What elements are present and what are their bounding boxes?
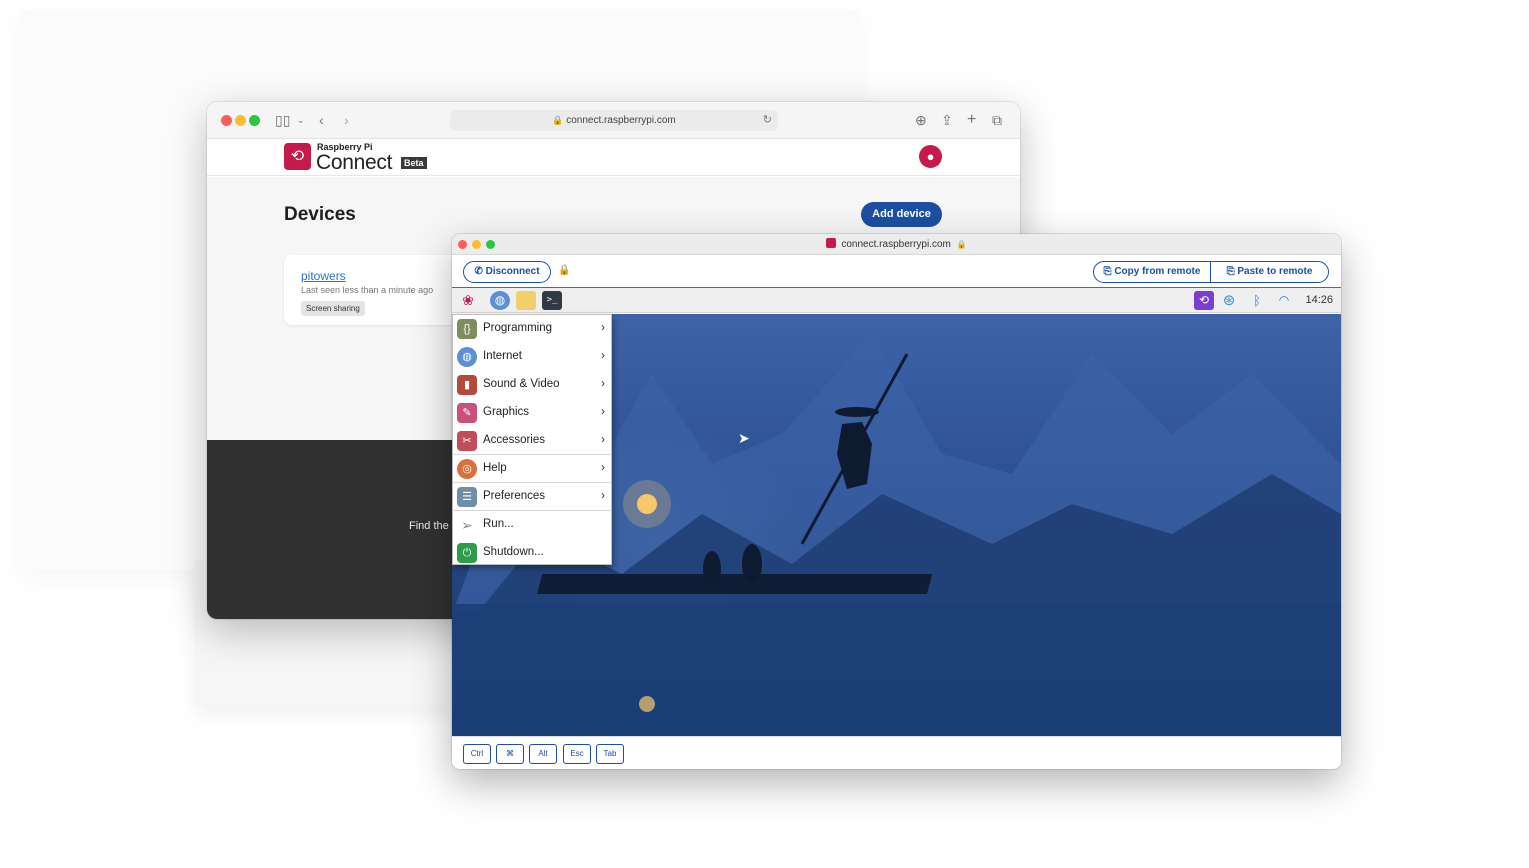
reload-icon[interactable]: ↻: [763, 110, 772, 131]
chevron-right-icon: ›: [601, 460, 605, 474]
favicon-icon: [826, 238, 837, 248]
window-title: connect.raspberrypi.com: [841, 239, 951, 250]
zoom-button[interactable]: [249, 115, 260, 126]
menu-item-graphics[interactable]: ✎ Graphics ›: [453, 399, 611, 426]
internet-icon: ◍: [457, 347, 477, 367]
sidebar-icon[interactable]: ▯▯: [275, 111, 290, 129]
status-badge: Screen sharing: [301, 301, 365, 316]
chevron-right-icon: ›: [601, 488, 605, 502]
help-icon: ◎: [457, 459, 477, 479]
menu-item-preferences[interactable]: ☰ Preferences ›: [453, 483, 611, 510]
clipboard-icon: ⎘: [1226, 266, 1238, 277]
mouse-cursor-icon: ➤: [738, 430, 750, 446]
back-icon[interactable]: ‹: [319, 111, 324, 129]
desktop-taskbar: ❀ ◍ >_ ⟲ ⊛ ᛒ ◠ 14:26: [452, 288, 1341, 313]
lock-icon: 🔒: [956, 240, 967, 249]
lock-icon: 🔒: [558, 265, 571, 276]
download-icon[interactable]: ⊕: [915, 111, 927, 129]
updates-icon[interactable]: ⊛: [1219, 291, 1239, 310]
menu-item-label: Graphics: [483, 406, 530, 418]
programming-icon: {}: [457, 319, 477, 339]
new-tab-icon[interactable]: +: [967, 111, 976, 129]
shutdown-icon: ⏻: [457, 543, 477, 563]
phone-icon: ✆: [474, 266, 486, 277]
paste-to-remote-button[interactable]: ⎘ Paste to remote: [1210, 261, 1329, 283]
remote-window-titlebar: connect.raspberrypi.com 🔒: [452, 234, 1341, 255]
minimize-button[interactable]: [235, 115, 246, 126]
chevron-down-icon[interactable]: ⌄: [297, 111, 305, 129]
preferences-icon: ☰: [457, 487, 477, 507]
add-device-button[interactable]: Add device: [861, 202, 942, 227]
menu-item-label: Shutdown...: [483, 546, 544, 558]
page-title: Devices: [284, 204, 356, 225]
close-button[interactable]: [221, 115, 232, 126]
raspberry-menu-icon[interactable]: ❀: [458, 291, 478, 310]
share-icon[interactable]: ⇪: [941, 111, 953, 129]
beta-badge: Beta: [401, 157, 427, 169]
screenshot-stage: ▯▯ ⌄ ‹ › 🔒 connect.raspberrypi.com ↻ ⊕ ⇪…: [0, 0, 1529, 868]
application-menu: {} Programming › ◍ Internet › ▮ Sound & …: [452, 314, 612, 565]
run-icon: ➢: [457, 515, 477, 535]
menu-item-accessories[interactable]: ✂ Accessories ›: [453, 427, 611, 454]
disconnect-button[interactable]: ✆ Disconnect: [463, 261, 551, 283]
chevron-right-icon: ›: [601, 320, 605, 334]
chevron-right-icon: ›: [601, 404, 605, 418]
graphics-icon: ✎: [457, 403, 477, 423]
accessories-icon: ✂: [457, 431, 477, 451]
bluetooth-icon[interactable]: ᛒ: [1247, 291, 1267, 310]
clipboard-icon: ⎘: [1103, 266, 1115, 277]
wifi-icon[interactable]: ◠: [1274, 291, 1294, 310]
chevron-right-icon: ›: [601, 432, 605, 446]
file-manager-icon[interactable]: [516, 291, 536, 310]
clock: 14:26: [1305, 294, 1333, 306]
menu-item-help[interactable]: ◎ Help ›: [453, 455, 611, 482]
browser-toolbar: ▯▯ ⌄ ‹ › 🔒 connect.raspberrypi.com ↻ ⊕ ⇪…: [207, 102, 1020, 139]
chevron-right-icon: ›: [601, 376, 605, 390]
disconnect-label: Disconnect: [485, 266, 540, 277]
device-last-seen: Last seen less than a minute ago: [301, 285, 434, 295]
connect-tray-icon[interactable]: ⟲: [1194, 291, 1214, 310]
lock-icon: 🔒: [552, 115, 564, 125]
tabs-overview-icon[interactable]: ⧉: [992, 111, 1002, 129]
close-button[interactable]: [458, 240, 467, 249]
minimize-button[interactable]: [472, 240, 481, 249]
menu-item-sound-video[interactable]: ▮ Sound & Video ›: [453, 371, 611, 398]
device-name-link[interactable]: pitowers: [301, 269, 346, 283]
menu-item-shutdown[interactable]: ⏻ Shutdown...: [453, 539, 611, 566]
site-header: ⟲ Raspberry Pi Connect Beta ●: [207, 139, 1020, 176]
tab-key[interactable]: Tab: [596, 744, 624, 764]
address-bar[interactable]: 🔒 connect.raspberrypi.com ↻: [450, 110, 778, 131]
footer-text: Find the: [409, 520, 449, 532]
address-text: connect.raspberrypi.com: [566, 115, 676, 126]
menu-item-run[interactable]: ➢ Run...: [453, 511, 611, 538]
menu-item-label: Run...: [483, 518, 514, 530]
ctrl-key[interactable]: Ctrl: [463, 744, 491, 764]
menu-item-programming[interactable]: {} Programming ›: [453, 315, 611, 342]
remote-session-window: connect.raspberrypi.com 🔒 ✆ Disconnect 🔒…: [452, 234, 1341, 769]
menu-item-label: Internet: [483, 350, 522, 362]
zoom-button[interactable]: [486, 240, 495, 249]
command-key[interactable]: ⌘: [496, 744, 524, 764]
browser-icon[interactable]: ◍: [490, 291, 510, 310]
menu-item-label: Programming: [483, 322, 553, 334]
menu-item-label: Sound & Video: [483, 378, 560, 390]
copy-from-remote-button[interactable]: ⎘ Copy from remote: [1093, 261, 1211, 283]
raspberry-pi-connect-logo-icon[interactable]: ⟲: [284, 143, 311, 170]
forward-icon[interactable]: ›: [344, 111, 349, 129]
virtual-keys-bar: Ctrl ⌘ Alt Esc Tab: [452, 736, 1341, 769]
esc-key[interactable]: Esc: [563, 744, 591, 764]
alt-key[interactable]: Alt: [529, 744, 557, 764]
chevron-right-icon: ›: [601, 348, 605, 362]
remote-controls-bar: ✆ Disconnect 🔒 ⎘ Copy from remote ⎘ Past…: [452, 255, 1341, 288]
menu-item-internet[interactable]: ◍ Internet ›: [453, 343, 611, 370]
copy-label: Copy from remote: [1114, 266, 1201, 277]
terminal-icon[interactable]: >_: [542, 291, 562, 310]
paste-label: Paste to remote: [1237, 266, 1313, 277]
menu-item-label: Help: [483, 462, 507, 474]
menu-item-label: Accessories: [483, 434, 545, 446]
user-avatar-icon[interactable]: ●: [919, 145, 942, 168]
menu-item-label: Preferences: [483, 490, 546, 502]
logo-product: Connect: [316, 151, 393, 174]
sound-video-icon: ▮: [457, 375, 477, 395]
